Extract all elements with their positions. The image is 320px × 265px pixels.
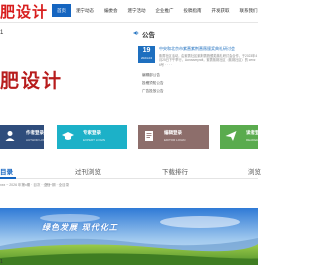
notice-summary: 紫蔷社区活动，由紫蔷社区紫荆蔷薇颁奖典礼研讨会合作，于2023年4月25日下午举… bbox=[159, 54, 258, 67]
nav-item-editorial-board[interactable]: 编委会 bbox=[99, 4, 123, 17]
tab-past-issues[interactable]: 过刊浏览 bbox=[75, 166, 101, 176]
editor-login-label: 编辑登录 bbox=[164, 130, 182, 135]
nav-item-promotion[interactable]: 企业推广 bbox=[151, 4, 179, 17]
nav-item-news[interactable]: 淝宁动态 bbox=[71, 4, 99, 17]
promo-banner bbox=[0, 208, 258, 265]
author-login-sublabel: AUTHOR LOGIN bbox=[26, 138, 49, 142]
notice-date-day: 19 bbox=[142, 47, 151, 54]
issue-info-text[interactable]: xxx ~ 2026 年第x期 · 目次 · 全目 bbox=[0, 183, 50, 188]
footer-label: 1 bbox=[0, 259, 3, 265]
notice-date-month: 2024-04 bbox=[140, 56, 152, 60]
expert-login-sublabel: EXPERT LOGIN bbox=[83, 138, 106, 142]
editor-login-sublabel: EDITOR LOGIN bbox=[164, 138, 186, 142]
banner-slogan: 绿色发展 现代化工 bbox=[42, 222, 118, 232]
paper-plane-icon bbox=[225, 131, 237, 141]
side-label: 1 bbox=[0, 30, 4, 36]
tab-download-ranking[interactable]: 下载排行 bbox=[162, 166, 188, 176]
notice-headline-link[interactable]: 中央和北京市紫蔷紫荆蔷薇颁奖典礼研讨会 bbox=[159, 46, 235, 52]
tabs-divider bbox=[0, 178, 258, 179]
notice-link[interactable]: 广告投放公告 bbox=[142, 89, 164, 94]
active-tab-indicator bbox=[0, 177, 16, 179]
reader-login-label: 读者登录 bbox=[246, 130, 264, 135]
author-login-label: 作者登录 bbox=[26, 130, 44, 135]
nav-item-contact[interactable]: 联系我们 bbox=[235, 4, 263, 17]
expert-login-label: 专家登录 bbox=[83, 130, 101, 135]
editor-login-button[interactable]: 编辑登录 EDITOR LOGIN bbox=[138, 125, 209, 149]
tab-contents[interactable]: 目录 bbox=[0, 166, 13, 176]
reader-login-button[interactable]: 读者登录 READER LOGIN bbox=[220, 125, 269, 149]
author-login-button[interactable]: 作者登录 AUTHOR LOGIN bbox=[0, 125, 49, 149]
notice-date-badge: 19 2024-04 bbox=[138, 46, 155, 63]
nav-item-home[interactable]: 首页 bbox=[52, 4, 71, 17]
next-issue-link[interactable]: 下一期 · 全目录 bbox=[45, 183, 69, 188]
expert-login-button[interactable]: 专家登录 EXPERT LOGIN bbox=[57, 125, 127, 149]
header-divider bbox=[0, 22, 258, 23]
main-nav: 首页 淝宁动态 编委会 淝宁活动 企业推广 投稿指南 开发获取 联系我们 bbox=[52, 4, 263, 17]
document-icon bbox=[145, 131, 153, 141]
nav-item-downloads[interactable]: 开发获取 bbox=[207, 4, 235, 17]
reader-login-sublabel: READER LOGIN bbox=[246, 138, 269, 142]
speaker-icon bbox=[133, 30, 139, 36]
user-edit-icon bbox=[5, 131, 15, 141]
notice-heading: 公告 bbox=[142, 32, 155, 39]
site-logo[interactable]: 肥设计 bbox=[0, 1, 48, 22]
nav-item-submission-guide[interactable]: 投稿指南 bbox=[179, 4, 207, 17]
nav-item-activities[interactable]: 淝宁活动 bbox=[123, 4, 151, 17]
tab-browse-ranking[interactable]: 浏览 bbox=[248, 166, 261, 176]
notice-link[interactable]: 编辑部公告 bbox=[142, 73, 160, 78]
journal-cover-title: 肥设计 bbox=[0, 70, 64, 92]
notice-link[interactable]: 投稿须知公告 bbox=[142, 81, 164, 86]
graduation-cap-icon bbox=[62, 132, 74, 140]
